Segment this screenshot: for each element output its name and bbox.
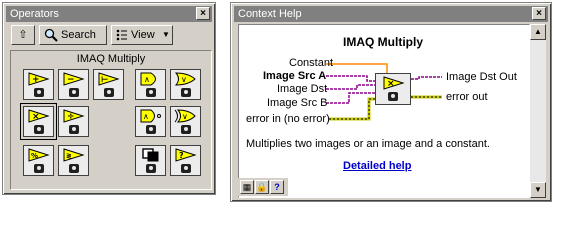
svg-text:−: − xyxy=(67,75,75,85)
context-help-statusbar: ▦ 🔒 ? xyxy=(238,178,288,196)
view-label: View xyxy=(131,29,155,41)
show-optional-terminals-icon[interactable]: ▦ xyxy=(240,180,254,194)
subtract-vi-icon[interactable]: − xyxy=(58,69,89,100)
close-icon[interactable]: × xyxy=(532,7,546,20)
svg-text:⊢: ⊢ xyxy=(101,75,108,84)
operators-window: Operators × ⇧ Search View ▼ IMAQ Multipl… xyxy=(2,2,216,195)
up-arrow-icon: ⇧ xyxy=(18,29,28,41)
output-error-out-label: error out xyxy=(446,91,488,103)
view-button[interactable]: View ▼ xyxy=(111,25,173,45)
context-help-titlebar[interactable]: Context Help × xyxy=(234,6,548,22)
search-label: Search xyxy=(61,29,96,41)
svg-text:×: × xyxy=(32,112,40,122)
up-button[interactable]: ⇧ xyxy=(11,25,35,45)
svg-text:×: × xyxy=(387,79,395,89)
divide-vi-icon[interactable]: ÷ xyxy=(58,106,89,137)
output-image-dst-out-label: Image Dst Out xyxy=(446,71,517,83)
input-constant-label: Constant xyxy=(289,57,334,69)
context-help-title: Context Help xyxy=(238,8,302,20)
svg-text:∨: ∨ xyxy=(182,112,188,121)
svg-text:%: % xyxy=(31,152,38,160)
svg-text:∨: ∨ xyxy=(181,75,187,84)
palette-title: IMAQ Multiply xyxy=(76,53,146,65)
or-vi-icon[interactable]: ∨ xyxy=(170,69,201,100)
help-question-icon[interactable]: ? xyxy=(270,180,284,194)
xor-vi-icon[interactable]: ∨ xyxy=(170,106,201,137)
modulo-vi-icon[interactable]: % xyxy=(23,145,54,176)
and-vi-icon[interactable]: ∧ xyxy=(135,69,166,100)
svg-text:+: + xyxy=(32,75,40,85)
svg-text:∧: ∧ xyxy=(144,75,150,84)
chevron-down-icon: ▼ xyxy=(162,30,170,39)
svg-text:?: ? xyxy=(179,151,184,160)
input-error-in-label: error in (no error) xyxy=(246,113,330,125)
logic-diff-vi-icon[interactable]: ? xyxy=(170,145,201,176)
svg-text:∧: ∧ xyxy=(143,112,149,121)
input-image-src-a-label: Image Src A xyxy=(263,70,327,82)
search-button[interactable]: Search xyxy=(39,25,107,45)
compare-vi-icon[interactable]: ≷ xyxy=(58,145,89,176)
nand-vi-icon[interactable]: ∧ xyxy=(135,106,166,137)
multiply-vi-icon[interactable]: × xyxy=(20,103,57,140)
operators-palette: IMAQ Multiply + − ⊢ ∧ ∨ × ÷ ∧ ∨ % ≷ ? xyxy=(10,50,212,190)
svg-text:÷: ÷ xyxy=(67,112,75,122)
lock-icon[interactable]: 🔒 xyxy=(255,180,269,194)
add-vi-icon[interactable]: + xyxy=(23,69,54,100)
search-icon xyxy=(44,28,58,42)
scroll-up-button[interactable]: ▲ xyxy=(530,24,546,40)
svg-text:≷: ≷ xyxy=(66,152,72,160)
input-image-src-b-label: Image Src B xyxy=(267,97,328,109)
imaq-multiply-icon: × xyxy=(375,73,411,105)
scroll-down-button[interactable]: ▼ xyxy=(530,182,546,198)
input-image-dst-label: Image Dst xyxy=(277,83,328,95)
operators-title: Operators xyxy=(10,8,59,20)
detailed-help-link[interactable]: Detailed help xyxy=(343,160,411,172)
subtract-constant-vi-icon[interactable]: ⊢ xyxy=(93,69,124,100)
close-icon[interactable]: × xyxy=(196,7,210,20)
vertical-scrollbar[interactable]: ▲ ▼ xyxy=(530,24,546,198)
operators-titlebar[interactable]: Operators × xyxy=(6,6,212,22)
function-description: Multiplies two images or an image and a … xyxy=(246,138,490,150)
view-list-icon xyxy=(116,29,127,41)
context-help-content: IMAQ Multiply × Constant Image Src A Ima… xyxy=(238,24,530,198)
mask-vi-icon[interactable] xyxy=(135,145,166,176)
